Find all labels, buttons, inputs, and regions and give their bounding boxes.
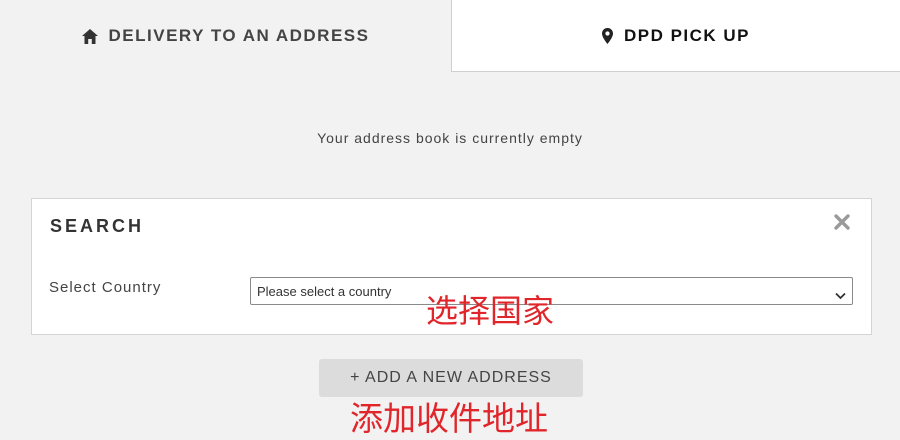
country-select-value: Please select a country: [257, 284, 392, 299]
select-country-label: Select Country: [49, 279, 162, 296]
map-pin-icon: [601, 27, 613, 44]
tab-delivery-label: DELIVERY TO AN ADDRESS: [108, 26, 370, 45]
annotation-add-address: 添加收件地址: [350, 399, 548, 438]
home-icon: [81, 28, 98, 44]
tab-dpd-pick-up[interactable]: DPD PICK UP: [451, 0, 900, 72]
tab-delivery-to-address[interactable]: DELIVERY TO AN ADDRESS: [0, 0, 451, 72]
address-book-empty-message: Your address book is currently empty: [317, 130, 583, 146]
close-icon[interactable]: [833, 213, 851, 231]
search-title: SEARCH: [50, 216, 145, 236]
annotation-select-country: 选择国家: [426, 292, 555, 330]
delivery-tabs: DELIVERY TO AN ADDRESS DPD PICK UP: [0, 0, 900, 72]
chevron-down-icon: [835, 287, 846, 305]
tab-pickup-label: DPD PICK UP: [623, 25, 751, 45]
